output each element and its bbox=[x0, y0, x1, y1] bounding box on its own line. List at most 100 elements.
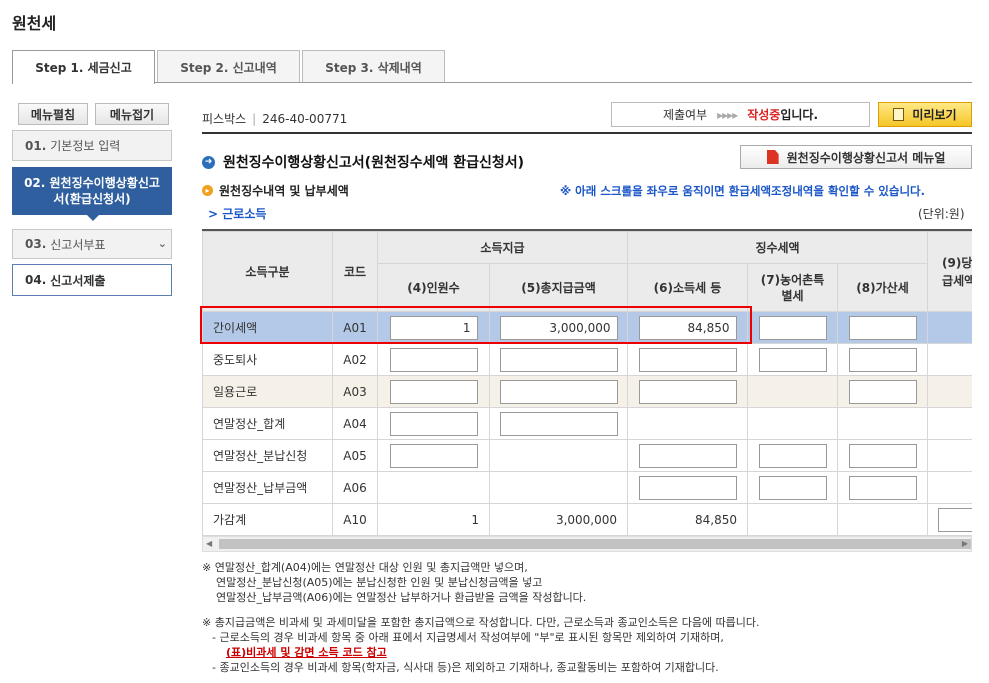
row-code: A02 bbox=[332, 343, 378, 376]
col8-input[interactable] bbox=[848, 475, 917, 500]
tab-step1[interactable]: Step 1. 세금신고 bbox=[12, 50, 155, 84]
col8-input[interactable] bbox=[848, 443, 917, 468]
row-label: 가감계 bbox=[202, 503, 333, 536]
col8-input[interactable] bbox=[848, 379, 917, 404]
sidebar-item-label: 신고서제출 bbox=[50, 273, 106, 288]
sidebar-item-label: 원천징수이행상황신고서(환급신청서) bbox=[49, 176, 160, 206]
row-label: 연말정산_분납신청 bbox=[202, 439, 333, 472]
row-code: A01 bbox=[332, 311, 378, 344]
income-category: > 근로소득 bbox=[208, 207, 267, 221]
subsection-title: ▸ 원천징수내역 및 납부세액 bbox=[202, 182, 349, 199]
row-code: A05 bbox=[332, 439, 378, 472]
subsection-title-text: 원천징수내역 및 납부세액 bbox=[219, 184, 349, 198]
col8-input[interactable] bbox=[848, 315, 917, 340]
horizontal-scrollbar[interactable]: ◀ ▶ bbox=[202, 536, 972, 552]
menu-collapse-button[interactable]: 메뉴접기 bbox=[95, 103, 169, 125]
note-line: 연말정산_분납신청(A05)에는 분납신청한 인원 및 분납신청금액을 넣고 bbox=[216, 576, 543, 589]
header-payment-group: 소득지급 bbox=[376, 231, 629, 264]
col5-input[interactable] bbox=[499, 411, 618, 436]
row-label: 연말정산_합계 bbox=[202, 407, 333, 440]
tab-step2[interactable]: Step 2. 신고내역 bbox=[157, 50, 300, 83]
note-line: ※ 연말정산_합계(A04)에는 연말정산 대상 인원 및 총지급액만 넣으며, bbox=[202, 561, 528, 574]
col4-input[interactable] bbox=[389, 347, 478, 372]
section-title: ➜ 원천징수이행상황신고서(원천징수세액 환급신청서) bbox=[202, 152, 524, 172]
section-title-text: 원천징수이행상황신고서(원천징수세액 환급신청서) bbox=[223, 155, 525, 171]
row-code: A10 bbox=[332, 503, 378, 536]
header-code: 코드 bbox=[332, 231, 378, 312]
sidebar-item-num: 02. bbox=[24, 176, 46, 190]
sidebar-item-submit[interactable]: 04. 신고서제출 bbox=[12, 264, 172, 296]
header-col7: (7)농어촌특별세 bbox=[747, 263, 839, 312]
note-line: 연말정산_납부금액(A06)에는 연말정산 납부하거나 환급받을 금액을 작성합… bbox=[216, 591, 587, 604]
status-badge: 작성중 bbox=[747, 108, 781, 122]
col6-input[interactable] bbox=[638, 475, 737, 500]
col6-input[interactable]: 84,850 bbox=[638, 315, 737, 340]
col6-input[interactable] bbox=[638, 443, 737, 468]
table-row: 중도퇴사 A02 bbox=[202, 343, 972, 376]
col4-input[interactable]: 1 bbox=[389, 315, 478, 340]
header-income-type: 소득구분 bbox=[202, 231, 333, 312]
chevron-down-icon[interactable]: ⌄ bbox=[158, 237, 167, 250]
header-divider bbox=[202, 132, 972, 134]
col7-input[interactable] bbox=[758, 443, 827, 468]
nontaxable-code-link[interactable]: (표)비과세 및 감면 소득 코드 참고 bbox=[226, 646, 387, 659]
scroll-note: ※ 아래 스크롤을 좌우로 움직이면 환급세액조정내역을 확인할 수 있습니다. bbox=[560, 184, 925, 198]
tab-step3[interactable]: Step 3. 삭제내역 bbox=[302, 50, 445, 83]
col9-input[interactable] bbox=[938, 507, 972, 532]
preview-button[interactable]: 미리보기 bbox=[878, 102, 972, 127]
manual-button[interactable]: 원천징수이행상황신고서 메뉴얼 bbox=[740, 145, 972, 169]
col4-input[interactable] bbox=[389, 379, 478, 404]
company-name: 피스박스 bbox=[202, 112, 247, 126]
col5-input[interactable]: 3,000,000 bbox=[499, 315, 618, 340]
withholding-table-wrap: 소득구분 코드 소득지급 징수세액 (9)당월조정환급세액 (4)인원수 (5)… bbox=[202, 229, 972, 536]
header-col4: (4)인원수 bbox=[377, 263, 490, 312]
status-suffix: 입니다. bbox=[780, 108, 819, 122]
header-col9: (9)당월조정환급세액 bbox=[927, 231, 972, 312]
table-row: 간이세액 A01 1 3,000,000 84,850 bbox=[202, 311, 972, 344]
company-info: 피스박스 | 246-40-00771 bbox=[202, 112, 348, 126]
total-col5: 3,000,000 bbox=[488, 503, 629, 536]
row-label: 간이세액 bbox=[202, 311, 333, 344]
withholding-table: 소득구분 코드 소득지급 징수세액 (9)당월조정환급세액 (4)인원수 (5)… bbox=[202, 231, 972, 536]
sidebar-item-label: 신고서부표 bbox=[50, 237, 106, 252]
row-label: 일용근로 bbox=[202, 375, 333, 408]
col5-input[interactable] bbox=[499, 347, 618, 372]
col4-input[interactable] bbox=[389, 443, 478, 468]
unit-label: (단위:원) bbox=[918, 207, 965, 221]
col7-input[interactable] bbox=[758, 315, 827, 340]
total-col4: 1 bbox=[377, 503, 490, 536]
table-row: 가감계 A10 1 3,000,000 84,850 bbox=[202, 503, 972, 536]
sidebar-item-withholding-report[interactable]: 02. 원천징수이행상황신고서(환급신청서) bbox=[12, 167, 172, 215]
bullet-circle-icon: ▸ bbox=[202, 185, 213, 196]
scroll-right-icon[interactable]: ▶ bbox=[962, 539, 968, 548]
col8-input[interactable] bbox=[848, 347, 917, 372]
col5-input[interactable] bbox=[499, 379, 618, 404]
note-line: - 근로소득의 경우 비과세 항목 중 아래 표에서 지급명세서 작성여부에 "… bbox=[212, 631, 724, 644]
col7-input[interactable] bbox=[758, 475, 827, 500]
col6-input[interactable] bbox=[638, 347, 737, 372]
header-tax-group: 징수세액 bbox=[627, 231, 929, 264]
row-label: 연말정산_납부금액 bbox=[202, 471, 333, 504]
note-line: ※ 총지급금액은 비과세 및 과세미달을 포함한 총지급액으로 작성합니다. 다… bbox=[202, 616, 760, 629]
sidebar-item-num: 03. bbox=[25, 237, 47, 251]
sidebar-item-num: 04. bbox=[25, 273, 47, 287]
business-number: 246-40-00771 bbox=[262, 112, 348, 126]
tab-divider bbox=[12, 82, 972, 83]
scroll-left-icon[interactable]: ◀ bbox=[206, 539, 212, 548]
col6-input[interactable] bbox=[638, 379, 737, 404]
row-code: A04 bbox=[332, 407, 378, 440]
col4-input[interactable] bbox=[389, 411, 478, 436]
preview-label: 미리보기 bbox=[912, 108, 957, 122]
note-line: - 종교인소득의 경우 비과세 항목(학자금, 식사대 등)은 제외하고 기재하… bbox=[212, 661, 719, 674]
arrows-icon: ▸▸▸▸ bbox=[717, 107, 738, 122]
menu-expand-button[interactable]: 메뉴펼침 bbox=[18, 103, 88, 125]
sidebar-item-label: 기본정보 입력 bbox=[50, 139, 121, 153]
sidebar-item-appendix[interactable]: 03. 신고서부표 ⌄ bbox=[12, 229, 172, 259]
sidebar-item-basic-info[interactable]: 01. 기본정보 입력 bbox=[12, 130, 172, 161]
col7-input[interactable] bbox=[758, 347, 827, 372]
arrow-circle-icon: ➜ bbox=[202, 155, 215, 169]
table-row: 연말정산_합계 A04 bbox=[202, 407, 972, 440]
notes: ※ 연말정산_합계(A04)에는 연말정산 대상 인원 및 총지급액만 넣으며,… bbox=[202, 560, 760, 675]
total-col6: 84,850 bbox=[627, 503, 749, 536]
scrollbar-thumb[interactable] bbox=[219, 539, 971, 549]
